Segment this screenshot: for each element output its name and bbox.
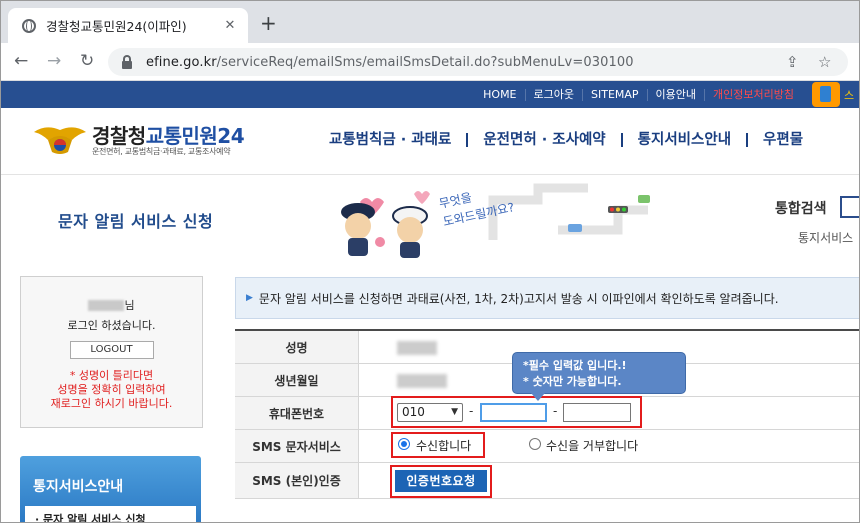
top-link-0[interactable]: HOME bbox=[475, 88, 524, 101]
name-suffix: 님 bbox=[124, 299, 135, 312]
tab-title: 경찰청교통민원24(이파인) bbox=[46, 19, 187, 34]
main-menu-item-1[interactable]: 운전면허 · 조사예약 bbox=[466, 133, 620, 147]
info-notice-bar: ▶ 문자 알림 서비스를 신청하면 과태료(사전, 1차, 2차)고지서 발송 … bbox=[235, 277, 860, 319]
label-sms-service: SMS 문자서비스 bbox=[235, 430, 359, 462]
login-warning: * 성명이 틀리다면 성명을 정확히 입력하여 재로그인 하시기 바랍니다. bbox=[21, 369, 202, 411]
mobile-icon[interactable] bbox=[812, 82, 840, 107]
warning-line-3: 재로그인 하시기 바랍니다. bbox=[50, 397, 173, 410]
browser-tab[interactable]: 경찰청교통민원24(이파인) ✕ bbox=[8, 8, 248, 43]
page-title: 문자 알림 서비스 신청 bbox=[58, 212, 214, 231]
tooltip-line-2: * 숫자만 가능합니다. bbox=[523, 375, 622, 388]
close-icon[interactable]: ✕ bbox=[222, 18, 238, 33]
sidebar-item-sms-service[interactable]: · 문자 알림 서비스 신청 bbox=[25, 506, 196, 523]
radio-reject-label[interactable]: 수신을 거부합니다 bbox=[546, 437, 638, 454]
label-phone: 휴대폰번호 bbox=[235, 397, 359, 429]
user-name-line: 님 bbox=[21, 297, 202, 313]
masked-birth-value bbox=[397, 374, 447, 388]
top-link-3[interactable]: 이용안내 bbox=[646, 88, 704, 101]
url-text: efine.go.kr/serviceReq/emailSms/emailSms… bbox=[146, 55, 634, 70]
phone-highlight-box bbox=[391, 396, 642, 428]
masked-name-value bbox=[397, 341, 437, 355]
back-icon[interactable]: ← bbox=[14, 51, 28, 71]
site-top-nav: HOME 로그아웃 SITEMAP 이용안내 개인정보처리방침 bbox=[0, 81, 860, 108]
browser-tabstrip: 경찰청교통민원24(이파인) ✕ + bbox=[0, 0, 860, 43]
login-message: 로그인 하셨습니다. bbox=[67, 319, 156, 332]
top-link-4[interactable]: 개인정보처리방침 bbox=[704, 88, 802, 101]
breadcrumb[interactable]: 통지서비스 bbox=[798, 229, 853, 246]
info-notice-text: 문자 알림 서비스를 신청하면 과태료(사전, 1차, 2차)고지서 발송 시 … bbox=[258, 291, 779, 306]
site-logo-title[interactable]: 경찰청교통민원24 bbox=[92, 120, 245, 149]
tooltip-line-1: *필수 입력값 입니다.! bbox=[523, 359, 627, 372]
validation-tooltip: *필수 입력값 입니다.! * 숫자만 가능합니다. bbox=[512, 352, 686, 401]
integrated-search-label: 통합검색 bbox=[775, 201, 827, 217]
police-emblem-icon[interactable] bbox=[32, 122, 88, 158]
cartoon-text-1: 무엇을 bbox=[438, 190, 473, 211]
police-mascot-illustration: 무엇을 도와드릴까요? bbox=[341, 183, 650, 258]
warning-line-1: * 성명이 틀리다면 bbox=[69, 369, 154, 382]
auth-highlight-box bbox=[390, 465, 492, 498]
url-host: efine.go.kr bbox=[146, 54, 217, 70]
mobile-label[interactable]: 스 bbox=[844, 87, 854, 103]
new-tab-icon[interactable]: + bbox=[260, 13, 277, 33]
masked-user-name bbox=[88, 299, 125, 311]
sms-accept-highlight-box bbox=[391, 432, 485, 458]
label-name: 성명 bbox=[235, 331, 359, 363]
notice-service-title[interactable]: 통지서비스안내 bbox=[20, 456, 201, 496]
bookmark-star-icon[interactable]: ☆ bbox=[818, 53, 831, 71]
reload-icon[interactable]: ↻ bbox=[80, 51, 94, 71]
site-logo-subtitle: 운전면허, 교통범칙금·과태료, 교통조사예약 bbox=[92, 147, 231, 156]
share-icon[interactable]: ⇪ bbox=[786, 53, 799, 71]
globe-icon bbox=[22, 18, 36, 33]
main-menu-item-3[interactable]: 우편물 bbox=[746, 133, 818, 147]
logo-part2: 교통민원24 bbox=[145, 124, 245, 148]
url-path: /serviceReq/emailSms/emailSmsDetail.do?s… bbox=[216, 54, 634, 70]
search-input[interactable] bbox=[840, 196, 860, 218]
top-link-2[interactable]: SITEMAP bbox=[582, 88, 647, 101]
address-bar[interactable]: efine.go.kr/serviceReq/emailSms/emailSms… bbox=[108, 48, 848, 76]
main-menu-item-0[interactable]: 교통범칙금 · 과태료 bbox=[314, 133, 466, 148]
top-link-1[interactable]: 로그아웃 bbox=[524, 88, 582, 101]
radio-reject[interactable] bbox=[529, 438, 541, 450]
browser-toolbar: ← → ↻ efine.go.kr/serviceReq/emailSms/em… bbox=[0, 43, 860, 81]
login-box: 님 로그인 하셨습니다. LOGOUT * 성명이 틀리다면 성명을 정확히 입… bbox=[20, 276, 203, 428]
form-row-auth: SMS (본인)인증 bbox=[235, 463, 860, 499]
warning-line-2: 성명을 정확히 입력하여 bbox=[57, 383, 166, 396]
logout-button[interactable]: LOGOUT bbox=[69, 341, 154, 359]
main-menu: 교통범칙금 · 과태료 운전면허 · 조사예약 통지서비스안내 우편물 bbox=[314, 133, 818, 148]
label-birth: 생년월일 bbox=[235, 364, 359, 396]
lock-icon[interactable] bbox=[122, 54, 132, 69]
main-menu-item-2[interactable]: 통지서비스안내 bbox=[620, 133, 746, 147]
top-links: HOME 로그아웃 SITEMAP 이용안내 개인정보처리방침 bbox=[475, 81, 802, 108]
triangle-bullet-icon: ▶ bbox=[246, 293, 253, 303]
logo-part1: 경찰청 bbox=[92, 124, 146, 148]
forward-icon[interactable]: → bbox=[47, 51, 61, 71]
label-sms-auth: SMS (본인)인증 bbox=[235, 463, 359, 498]
